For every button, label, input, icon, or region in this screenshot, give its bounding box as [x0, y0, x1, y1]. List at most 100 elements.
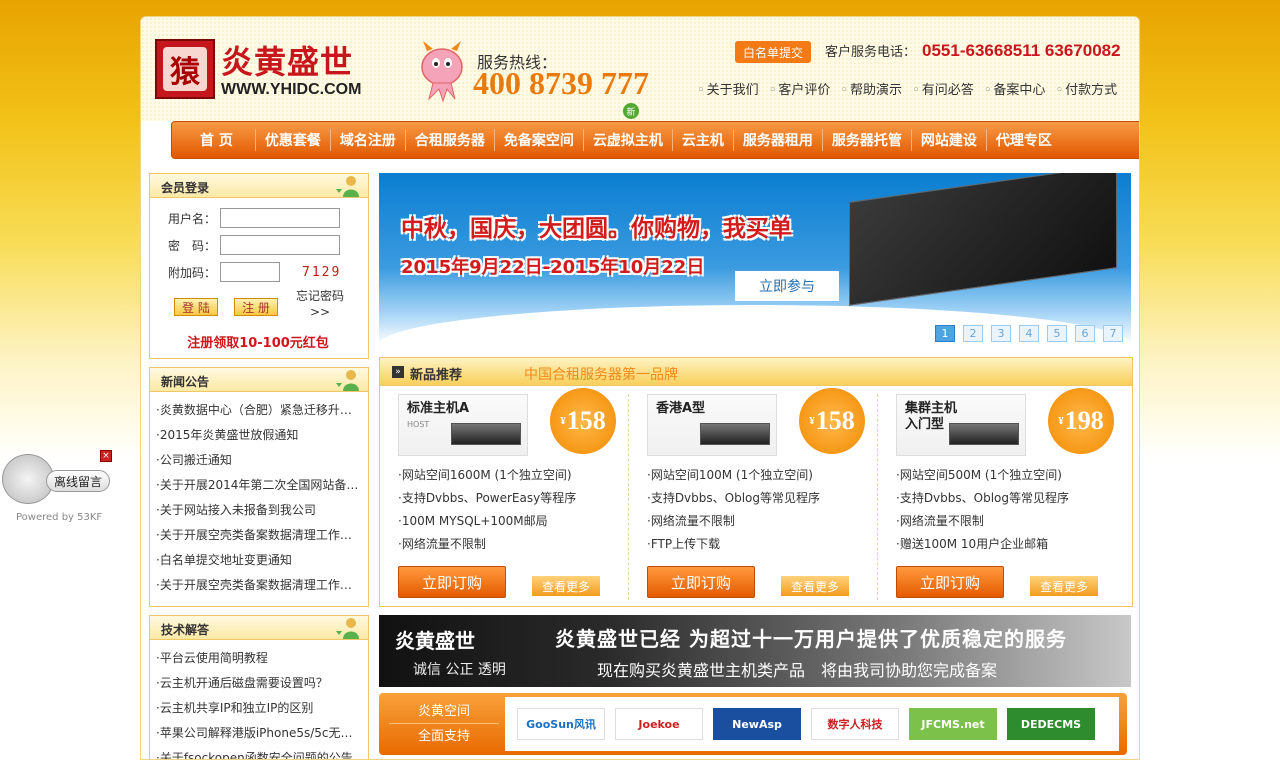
- slide-2[interactable]: 2: [963, 325, 983, 342]
- partner-logo-joekoe[interactable]: Joekoe: [615, 708, 703, 740]
- double-arrow-icon: »: [392, 366, 404, 378]
- login-button[interactable]: 登 陆: [174, 298, 218, 316]
- news-item[interactable]: ·关于开展空壳类备案数据清理工作的通知: [156, 573, 362, 598]
- bullet-icon: ◦: [840, 83, 849, 98]
- password-row: 密 码：: [168, 235, 341, 255]
- close-icon[interactable]: ×: [100, 450, 112, 462]
- slide-1[interactable]: 1: [935, 325, 955, 342]
- price-badge: ¥198: [1048, 388, 1114, 454]
- whitelist-submit-button[interactable]: 白名单提交: [735, 41, 811, 63]
- server-icon: [700, 423, 770, 445]
- tech-item[interactable]: ·云主机开通后磁盘需要设置吗？: [156, 671, 362, 696]
- news-item[interactable]: ·炎黄数据中心（合肥）紧急迁移升级通知: [156, 398, 362, 423]
- top-link-reviews[interactable]: ◦ 客户评价: [769, 79, 831, 98]
- forgot-password-link[interactable]: 忘记密码 >>: [296, 288, 344, 320]
- nav-web-build[interactable]: 网站建设: [912, 129, 987, 151]
- slide-pager: 1 2 3 4 5 6 7: [935, 325, 1123, 342]
- page: 猿 炎黄盛世 WWW.YHIDC.COM 服务热线： 400 8739 777 …: [140, 16, 1140, 760]
- top-link-icp[interactable]: ◦ 备案中心: [984, 79, 1046, 98]
- offline-message-widget[interactable]: × 离线留言 Powered by 53KF: [2, 448, 114, 528]
- bullet-icon: ◦: [983, 83, 992, 98]
- partners-bar: 炎黄空间 全面支持 GooSun风讯 Joekoe NewAsp 数字人科技 J…: [379, 693, 1127, 755]
- username-input[interactable]: [220, 208, 341, 228]
- top-link-about[interactable]: ◦ 关于我们: [697, 79, 759, 98]
- tech-item[interactable]: ·平台云使用简明教程: [156, 646, 362, 671]
- feature-item: ·网络流量不限制: [647, 514, 735, 528]
- news-item[interactable]: ·关于网站接入未报备到我公司: [156, 498, 362, 523]
- slogan-brand: 炎黄盛世: [395, 629, 475, 653]
- offline-message-button[interactable]: 离线留言: [46, 470, 110, 492]
- partner-logo-goosun[interactable]: GooSun风讯: [517, 708, 605, 740]
- order-now-button[interactable]: 立即订购: [896, 566, 1004, 598]
- nav-packages[interactable]: 优惠套餐: [256, 129, 331, 151]
- header: 猿 炎黄盛世 WWW.YHIDC.COM 服务热线： 400 8739 777 …: [141, 17, 1139, 121]
- feature-item: ·支持Dvbbs、Oblog等常见程序: [647, 491, 820, 505]
- partners-label: 炎黄空间 全面支持: [389, 699, 499, 749]
- price-badge: ¥158: [799, 388, 865, 454]
- register-button[interactable]: 注 册: [234, 298, 278, 316]
- partner-logo-jfcms[interactable]: JFCMS.net: [909, 708, 997, 740]
- partner-logo-shuziren[interactable]: 数字人科技: [811, 708, 899, 740]
- view-more-button[interactable]: 查看更多: [532, 576, 600, 596]
- news-item[interactable]: ·关于开展空壳类备案数据清理工作的通知: [156, 523, 362, 548]
- news-item[interactable]: ·公司搬迁通知: [156, 448, 362, 473]
- nav-shared-server[interactable]: 合租服务器: [406, 129, 495, 151]
- register-promo[interactable]: 注册领取10-100元红包: [150, 332, 366, 351]
- service-phone: 客户服务电话： 0551-63668511 63670082: [825, 41, 1121, 61]
- top-link-payment[interactable]: ◦ 付款方式: [1055, 79, 1117, 98]
- product-card: 香港A型 ¥158 ·网站空间100M (1个独立空间) ·支持Dvbbs、Ob…: [629, 388, 877, 604]
- feature-list: ·网站空间1600M (1个独立空间) ·支持Dvbbs、PowerEasy等程…: [398, 466, 576, 558]
- slide-5[interactable]: 5: [1047, 325, 1067, 342]
- product-image[interactable]: 香港A型: [647, 394, 777, 456]
- tech-title: 技术解答: [150, 616, 368, 640]
- feature-item: ·赠送100M 10用户企业邮箱: [896, 537, 1049, 551]
- user-icon: [336, 618, 359, 639]
- news-list: ·炎黄数据中心（合肥）紧急迁移升级通知 ·2015年炎黄盛世放假通知 ·公司搬迁…: [150, 398, 368, 598]
- slide-3[interactable]: 3: [991, 325, 1011, 342]
- captcha-image[interactable]: 7129: [302, 265, 341, 280]
- slogan-headline: 炎黄盛世已经 为超过十一万用户提供了优质稳定的服务: [555, 627, 1067, 651]
- slogan-motto: 诚信 公正 透明: [413, 662, 506, 678]
- nav-domain[interactable]: 域名注册: [331, 129, 406, 151]
- join-now-button[interactable]: 立即参与: [735, 271, 839, 301]
- slogan-banner[interactable]: 炎黄盛世 诚信 公正 透明 炎黄盛世已经 为超过十一万用户提供了优质稳定的服务 …: [379, 615, 1131, 687]
- tech-list: ·平台云使用简明教程 ·云主机开通后磁盘需要设置吗？ ·云主机共享IP和独立IP…: [150, 646, 368, 759]
- brand-name: 炎黄盛世: [221, 43, 354, 81]
- news-item[interactable]: ·关于开展2014年第二次全国网站备案核查: [156, 473, 362, 498]
- nav-server-hosting[interactable]: 服务器托管: [823, 129, 912, 151]
- nav-home[interactable]: 首 页: [178, 129, 256, 151]
- news-item[interactable]: ·2015年炎黄盛世放假通知: [156, 423, 362, 448]
- feature-item: ·网络流量不限制: [896, 514, 984, 528]
- password-input[interactable]: [220, 235, 341, 255]
- promo-banner[interactable]: 中秋，国庆，大团圆。你购物，我买单 2015年9月22日-2015年10月22日…: [379, 173, 1131, 345]
- tech-item[interactable]: ·苹果公司解释港版iPhone5s/5c无法激活: [156, 721, 362, 746]
- tech-box: 技术解答 ·平台云使用简明教程 ·云主机开通后磁盘需要设置吗？ ·云主机共享IP…: [149, 615, 369, 759]
- nav-agent[interactable]: 代理专区: [987, 129, 1061, 151]
- product-image[interactable]: 标准主机A HOST: [398, 394, 528, 456]
- tech-item[interactable]: ·云主机共享IP和独立IP的区别: [156, 696, 362, 721]
- feature-item: ·FTP上传下载: [647, 537, 721, 551]
- partner-logo-newasp[interactable]: NewAsp: [713, 708, 801, 740]
- logo[interactable]: 猿: [155, 39, 215, 99]
- nav-no-icp-space[interactable]: 免备案空间: [495, 129, 584, 151]
- nav-cloud-host[interactable]: 云主机: [673, 129, 734, 151]
- news-item[interactable]: ·白名单提交地址变更通知: [156, 548, 362, 573]
- view-more-button[interactable]: 查看更多: [1030, 576, 1098, 596]
- partner-logo-dedecms[interactable]: DEDECMS: [1007, 708, 1095, 740]
- top-link-help[interactable]: ◦ 帮助演示: [840, 79, 902, 98]
- brand-url: WWW.YHIDC.COM: [221, 81, 362, 98]
- order-now-button[interactable]: 立即订购: [647, 566, 755, 598]
- view-more-button[interactable]: 查看更多: [781, 576, 849, 596]
- captcha-input[interactable]: [220, 262, 281, 282]
- order-now-button[interactable]: 立即订购: [398, 566, 506, 598]
- tech-item[interactable]: ·关于fsockopen函数安全问题的公告: [156, 746, 362, 759]
- slide-4[interactable]: 4: [1019, 325, 1039, 342]
- product-name: 香港A型: [656, 401, 706, 416]
- nav-server-rental[interactable]: 服务器租用: [734, 129, 823, 151]
- slide-7[interactable]: 7: [1103, 325, 1123, 342]
- product-image[interactable]: 集群主机 入门型: [896, 394, 1026, 456]
- feature-item: ·网站空间100M (1个独立空间): [647, 468, 813, 482]
- slide-6[interactable]: 6: [1075, 325, 1095, 342]
- nav-cloud-virtual-host[interactable]: 云虚拟主机: [584, 129, 673, 151]
- top-link-faq[interactable]: ◦ 有问必答: [912, 79, 974, 98]
